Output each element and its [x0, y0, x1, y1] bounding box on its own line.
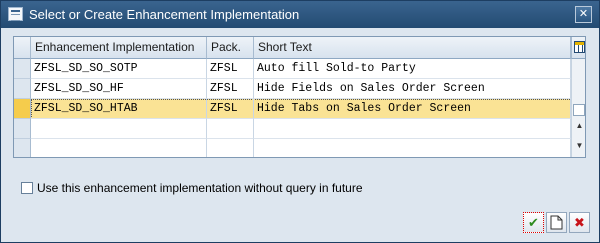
table-cell-implementation[interactable]: [31, 139, 207, 157]
window-icon: [8, 7, 23, 21]
new-document-icon: [550, 215, 563, 230]
row-selector[interactable]: [14, 59, 31, 79]
enhancement-dialog: Select or Create Enhancement Implementat…: [0, 0, 600, 243]
row-selector[interactable]: [14, 119, 31, 139]
implementation-table: Enhancement Implementation Pack. Short T…: [13, 36, 586, 158]
row-selector[interactable]: [14, 139, 31, 157]
confirm-button[interactable]: ✔: [523, 212, 544, 233]
table-cell-package[interactable]: [207, 119, 254, 139]
cancel-icon: ✖: [574, 215, 585, 230]
table-cell-short-text[interactable]: [254, 139, 571, 157]
row-selector[interactable]: [14, 79, 31, 99]
row-selector-selected[interactable]: [14, 99, 31, 119]
column-header-short-text[interactable]: Short Text: [254, 37, 571, 59]
scroll-down-arrow-icon[interactable]: ▼: [573, 142, 585, 150]
table-cell-implementation[interactable]: ZFSL_SD_SO_HTAB: [31, 99, 207, 119]
select-all-header[interactable]: [14, 37, 31, 59]
table-cell-short-text[interactable]: Hide Fields on Sales Order Screen: [254, 79, 571, 99]
no-query-checkbox-label: Use this enhancement implementation with…: [37, 181, 363, 195]
table-cell-short-text[interactable]: Hide Tabs on Sales Order Screen: [254, 99, 571, 119]
table-cell-short-text[interactable]: Auto fill Sold-to Party: [254, 59, 571, 79]
column-header-package[interactable]: Pack.: [207, 37, 254, 59]
dialog-button-bar: ✔ ✖: [523, 212, 593, 236]
table-cell-short-text[interactable]: [254, 119, 571, 139]
window-title: Select or Create Enhancement Implementat…: [29, 7, 300, 22]
check-icon: ✔: [528, 215, 539, 230]
table-cell-package[interactable]: ZFSL: [207, 79, 254, 99]
vertical-scrollbar[interactable]: ▲ ▼: [571, 59, 585, 157]
column-header-implementation[interactable]: Enhancement Implementation: [31, 37, 207, 59]
no-query-checkbox[interactable]: [21, 182, 33, 194]
table-cell-implementation[interactable]: ZFSL_SD_SO_SOTP: [31, 59, 207, 79]
table-cell-implementation[interactable]: ZFSL_SD_SO_HF: [31, 79, 207, 99]
table-cell-package[interactable]: [207, 139, 254, 157]
table-settings-icon: [574, 41, 585, 53]
table-cell-package[interactable]: ZFSL: [207, 99, 254, 119]
table-cell-package[interactable]: ZFSL: [207, 59, 254, 79]
table-cell-implementation[interactable]: [31, 119, 207, 139]
create-button[interactable]: [546, 212, 567, 233]
column-settings-button[interactable]: [571, 37, 585, 59]
vertical-scroll-thumb[interactable]: [573, 104, 585, 116]
close-icon: ✕: [578, 8, 589, 20]
close-button[interactable]: ✕: [575, 6, 592, 23]
title-bar: Select or Create Enhancement Implementat…: [1, 1, 599, 28]
scroll-up-arrow-icon[interactable]: ▲: [573, 122, 585, 130]
cancel-button[interactable]: ✖: [569, 212, 590, 233]
